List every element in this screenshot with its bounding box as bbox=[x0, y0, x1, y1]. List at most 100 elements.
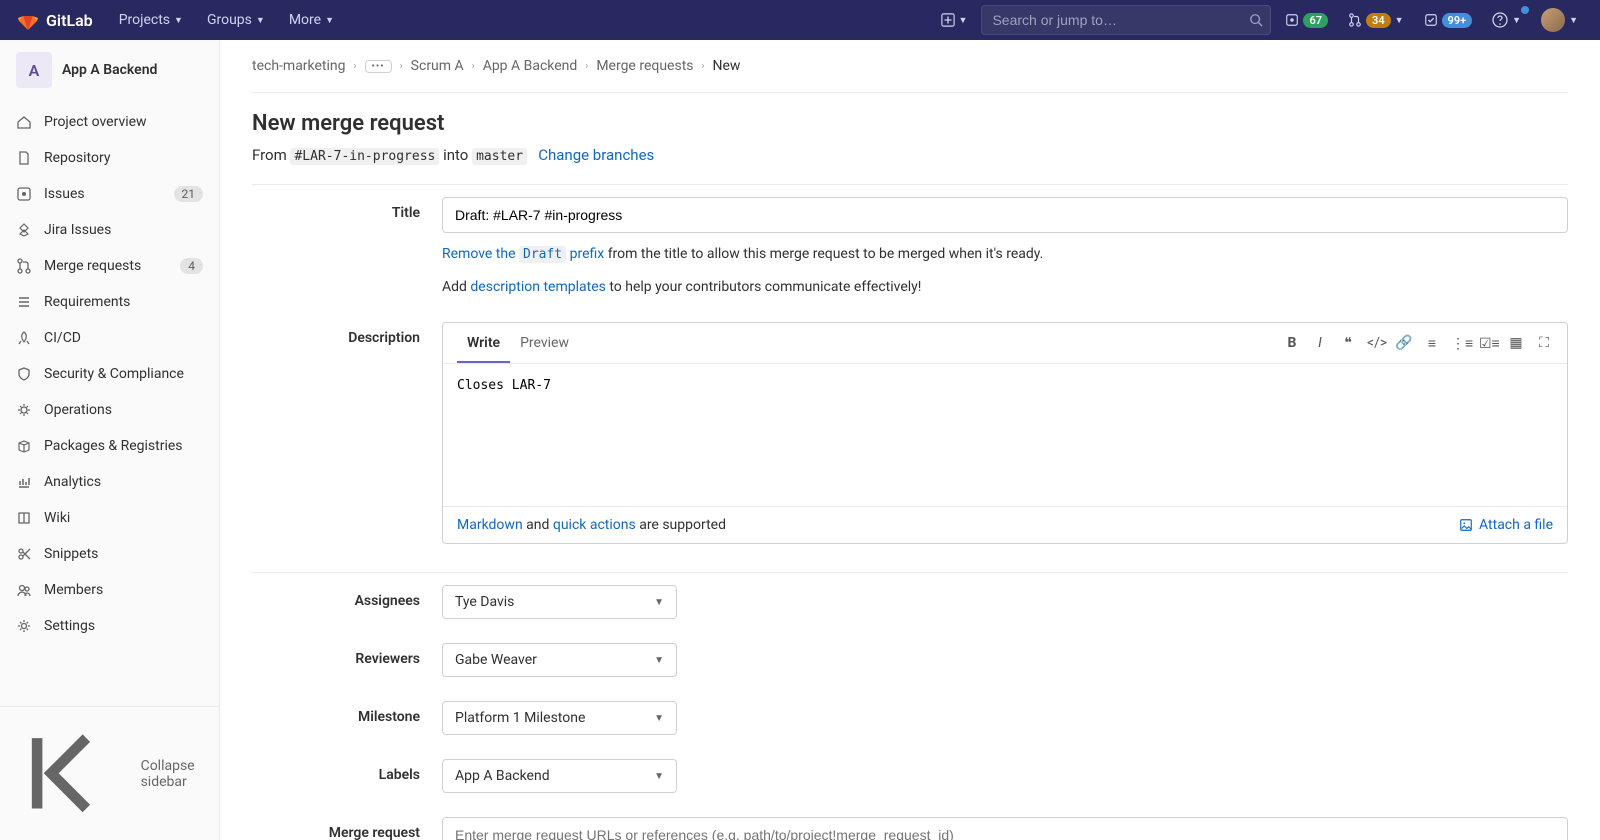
breadcrumb-item[interactable]: tech-marketing bbox=[252, 58, 346, 74]
sidebar-item-ci-cd[interactable]: CI/CD bbox=[0, 320, 219, 356]
breadcrumb-item[interactable]: Merge requests bbox=[596, 58, 693, 74]
nav-mr-count[interactable]: 34 ▼ bbox=[1342, 9, 1410, 32]
table-button[interactable]: ▦ bbox=[1507, 335, 1525, 352]
rocket-icon bbox=[16, 330, 32, 346]
description-templates-link[interactable]: description templates bbox=[470, 279, 605, 295]
nav-more[interactable]: More▼ bbox=[279, 6, 344, 34]
sidebar-item-label: Analytics bbox=[44, 474, 203, 490]
reviewers-dropdown[interactable]: Gabe Weaver ▼ bbox=[442, 643, 677, 677]
attach-file-button[interactable]: Attach a file bbox=[1459, 517, 1553, 533]
target-branch: master bbox=[472, 148, 527, 165]
chevron-right-icon: › bbox=[702, 61, 705, 72]
numbered-list-button[interactable]: ⋮≡ bbox=[1451, 335, 1469, 352]
search-input[interactable] bbox=[981, 5, 1271, 35]
chevron-down-icon: ▼ bbox=[959, 15, 968, 26]
sidebar-item-security-compliance[interactable]: Security & Compliance bbox=[0, 356, 219, 392]
labels-label: Labels bbox=[252, 759, 442, 793]
nav-projects[interactable]: Projects▼ bbox=[109, 6, 193, 34]
chevron-down-icon: ▼ bbox=[1512, 15, 1521, 26]
question-icon bbox=[1492, 12, 1508, 28]
editor-toolbar: B I ❝ </> 🔗 ≡ ⋮≡ ☑≡ ▦ ⛶ bbox=[1283, 335, 1553, 352]
breadcrumb-more[interactable]: ••• bbox=[365, 60, 392, 73]
gear-icon bbox=[16, 618, 32, 634]
users-icon bbox=[16, 582, 32, 598]
sidebar-item-label: Operations bbox=[44, 402, 203, 418]
user-menu[interactable]: ▼ bbox=[1535, 4, 1584, 36]
quick-actions-link[interactable]: quick actions bbox=[553, 517, 636, 533]
sidebar-item-label: Packages & Registries bbox=[44, 438, 203, 454]
sidebar-item-label: Issues bbox=[44, 186, 162, 202]
scissors-icon bbox=[16, 546, 32, 562]
new-button[interactable]: ▼ bbox=[935, 9, 974, 31]
sidebar-item-project-overview[interactable]: Project overview bbox=[0, 104, 219, 140]
home-icon bbox=[16, 114, 32, 130]
milestone-dropdown[interactable]: Platform 1 Milestone ▼ bbox=[442, 701, 677, 735]
description-editor: Write Preview B I ❝ </> 🔗 ≡ ⋮≡ ☑≡ ▦ bbox=[442, 322, 1568, 544]
chevron-down-icon: ▼ bbox=[1395, 15, 1404, 26]
sidebar-item-requirements[interactable]: Requirements bbox=[0, 284, 219, 320]
milestone-label: Milestone bbox=[252, 701, 442, 735]
sidebar-item-packages-registries[interactable]: Packages & Registries bbox=[0, 428, 219, 464]
quote-button[interactable]: ❝ bbox=[1339, 335, 1357, 352]
sidebar-item-label: Members bbox=[44, 582, 203, 598]
task-list-button[interactable]: ☑≡ bbox=[1479, 335, 1497, 352]
description-textarea[interactable] bbox=[457, 378, 1553, 488]
project-header[interactable]: A App A Backend bbox=[0, 40, 219, 100]
dependencies-input[interactable] bbox=[442, 817, 1568, 840]
sidebar-item-label: Settings bbox=[44, 618, 203, 634]
list-icon bbox=[16, 294, 32, 310]
markdown-link[interactable]: Markdown bbox=[457, 517, 523, 533]
preview-tab[interactable]: Preview bbox=[510, 323, 579, 363]
code-button[interactable]: </> bbox=[1367, 335, 1385, 352]
sidebar-item-settings[interactable]: Settings bbox=[0, 608, 219, 644]
sidebar: A App A Backend Project overview Reposito… bbox=[0, 40, 220, 840]
package-icon bbox=[16, 438, 32, 454]
title-input[interactable] bbox=[442, 197, 1568, 233]
chart-icon bbox=[16, 474, 32, 490]
link-button[interactable]: 🔗 bbox=[1395, 335, 1413, 352]
breadcrumb-item[interactable]: Scrum A bbox=[411, 58, 464, 74]
description-label: Description bbox=[252, 322, 442, 544]
labels-dropdown[interactable]: App A Backend ▼ bbox=[442, 759, 677, 793]
tanuki-icon bbox=[16, 8, 40, 32]
source-branch: #LAR-7-in-progress bbox=[290, 148, 439, 165]
sidebar-item-repository[interactable]: Repository bbox=[0, 140, 219, 176]
breadcrumb-item[interactable]: App A Backend bbox=[483, 58, 578, 74]
fullscreen-button[interactable]: ⛶ bbox=[1535, 335, 1553, 352]
sidebar-item-label: CI/CD bbox=[44, 330, 203, 346]
draft-help-text: Remove the Draft prefix from the title t… bbox=[442, 243, 1568, 266]
sidebar-item-jira-issues[interactable]: Jira Issues bbox=[0, 212, 219, 248]
sidebar-item-snippets[interactable]: Snippets bbox=[0, 536, 219, 572]
write-tab[interactable]: Write bbox=[457, 323, 510, 363]
italic-button[interactable]: I bbox=[1311, 335, 1329, 352]
help-button[interactable]: ▼ bbox=[1486, 8, 1527, 32]
bullet-list-button[interactable]: ≡ bbox=[1423, 335, 1441, 352]
title-label: Title bbox=[252, 197, 442, 298]
collapse-icon bbox=[16, 717, 129, 830]
top-navbar: GitLab Projects▼ Groups▼ More▼ ▼ 67 34 ▼ bbox=[0, 0, 1600, 40]
bold-button[interactable]: B bbox=[1283, 335, 1301, 352]
sidebar-item-label: Merge requests bbox=[44, 258, 168, 274]
nav-groups[interactable]: Groups▼ bbox=[197, 6, 275, 34]
gitlab-logo[interactable]: GitLab bbox=[16, 8, 93, 32]
chevron-right-icon: › bbox=[585, 61, 588, 72]
sidebar-item-issues[interactable]: Issues21 bbox=[0, 176, 219, 212]
sidebar-item-label: Repository bbox=[44, 150, 203, 166]
breadcrumb-current: New bbox=[713, 58, 741, 74]
sidebar-item-analytics[interactable]: Analytics bbox=[0, 464, 219, 500]
sidebar-item-merge-requests[interactable]: Merge requests4 bbox=[0, 248, 219, 284]
remove-draft-link[interactable]: Remove the Draft prefix bbox=[442, 246, 604, 262]
search-icon[interactable] bbox=[1249, 13, 1263, 27]
collapse-sidebar-button[interactable]: Collapse sidebar bbox=[0, 707, 219, 840]
change-branches-link[interactable]: Change branches bbox=[538, 146, 654, 164]
nav-todos-count[interactable]: 99+ bbox=[1418, 9, 1479, 32]
nav-issues-count[interactable]: 67 bbox=[1279, 9, 1334, 32]
merge-icon bbox=[16, 258, 32, 274]
chevron-right-icon: › bbox=[400, 61, 403, 72]
sidebar-item-wiki[interactable]: Wiki bbox=[0, 500, 219, 536]
sidebar-item-members[interactable]: Members bbox=[0, 572, 219, 608]
dependencies-label: Merge request dependencies bbox=[252, 817, 442, 840]
assignees-dropdown[interactable]: Tye Davis ▼ bbox=[442, 585, 677, 619]
sidebar-item-operations[interactable]: Operations bbox=[0, 392, 219, 428]
plus-icon bbox=[941, 13, 955, 27]
